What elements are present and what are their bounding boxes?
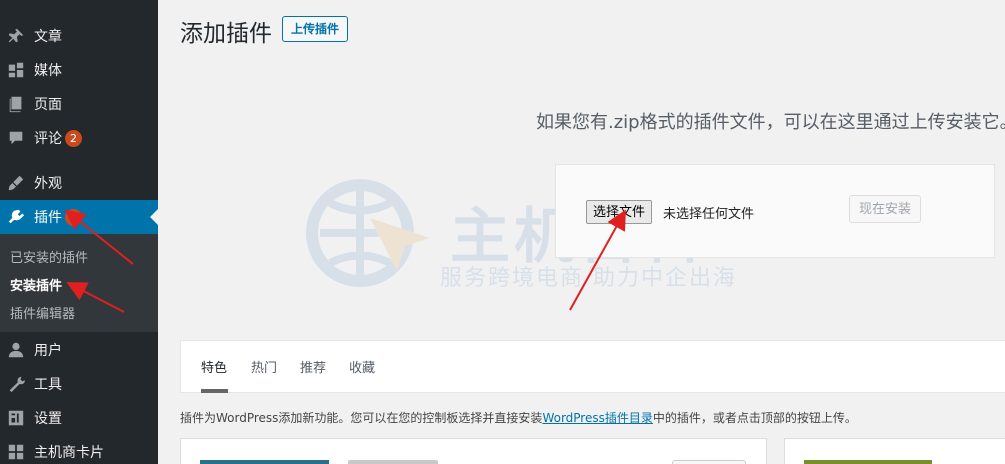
page-title: 添加插件: [180, 21, 272, 47]
active-tab-underline: [201, 389, 228, 393]
tab-featured[interactable]: 特色: [201, 357, 227, 376]
submenu-installed-plugins[interactable]: 已安装的插件: [10, 247, 88, 266]
tab-popular[interactable]: 热门: [251, 357, 277, 376]
upload-form: 选择文件 未选择任何文件 现在安装: [555, 164, 995, 258]
submenu-add-plugin[interactable]: 安装插件: [10, 275, 62, 294]
pin-icon: [7, 27, 25, 45]
page-icon: [7, 95, 25, 113]
sidebar-item-label: 评论: [34, 131, 62, 147]
sidebar-item-label: 文章: [34, 29, 62, 45]
plugin-filter-bar: 特色 热门 推荐 收藏: [180, 340, 1005, 393]
choose-file-button[interactable]: 选择文件: [586, 200, 653, 224]
sidebar-item-label: 工具: [34, 377, 62, 393]
user-icon: [7, 341, 25, 359]
plugin-directory-link[interactable]: WordPress插件目录: [542, 411, 652, 425]
admin-sidebar: 文章 媒体 页面 评论 2 外观 插件 3 已安装的插件 安装插件 插件编辑器 …: [0, 0, 158, 464]
submenu-plugin-editor[interactable]: 插件编辑器: [10, 303, 75, 322]
sidebar-item-appearance[interactable]: 外观: [0, 166, 158, 200]
sidebar-item-users[interactable]: 用户: [0, 333, 158, 367]
sidebar-item-pages[interactable]: 页面: [0, 87, 158, 121]
sidebar-item-label: 用户: [34, 343, 62, 359]
sidebar-item-label: 设置: [34, 411, 62, 427]
upload-help-text: 如果您有.zip格式的插件文件，可以在这里通过上传安装它。: [536, 112, 1005, 133]
description-text-end: 中的插件，或者点击顶部的按钮上传。: [652, 411, 857, 425]
plugins-description: 插件为WordPress添加新功能。您可以在您的控制板选择并直接安装WordPr…: [180, 409, 857, 426]
sidebar-item-posts[interactable]: 文章: [0, 19, 158, 53]
no-file-chosen-text: 未选择任何文件: [663, 207, 755, 222]
watermark: 主机百科 服务跨境电商 助力中企出海: [300, 178, 735, 292]
sidebar-item-label: 外观: [34, 176, 62, 192]
watermark-globe-icon: [306, 179, 430, 287]
sidebar-item-settings[interactable]: 设置: [0, 401, 158, 435]
brush-icon: [7, 174, 25, 192]
plugin-card-icon: [200, 460, 329, 464]
upload-plugin-button[interactable]: 上传插件: [282, 16, 349, 42]
sidebar-item-label: 主机商卡片: [34, 445, 104, 461]
sidebar-item-comments[interactable]: 评论 2: [0, 121, 158, 155]
sidebar-item-label: 插件: [34, 210, 62, 226]
plugin-card-icon: [804, 460, 932, 464]
sidebar-item-label: 页面: [34, 97, 62, 113]
watermark-subtitle: 服务跨境电商 助力中企出海: [440, 266, 737, 291]
comment-count-badge: 2: [65, 129, 82, 147]
sidebar-item-label: 媒体: [34, 63, 62, 79]
plugins-submenu: 已安装的插件 安装插件 插件编辑器: [0, 234, 158, 332]
sidebar-item-tools[interactable]: 工具: [0, 367, 158, 401]
settings-icon: [7, 409, 25, 427]
active-indicator: [150, 209, 158, 225]
grid-icon: [7, 443, 25, 461]
tab-favorites[interactable]: 收藏: [349, 357, 375, 376]
plugin-card-install-button[interactable]: [672, 460, 746, 464]
sidebar-item-plugins[interactable]: 插件 3: [0, 200, 158, 234]
sidebar-item-host-cards[interactable]: 主机商卡片: [0, 435, 158, 464]
wrench-icon: [7, 375, 25, 393]
comment-icon: [7, 129, 25, 147]
plugin-icon: [7, 208, 25, 226]
tab-recommended[interactable]: 推荐: [300, 357, 326, 376]
sidebar-item-media[interactable]: 媒体: [0, 53, 158, 87]
plugin-update-badge: 3: [65, 208, 82, 226]
description-text: 插件为WordPress添加新功能。您可以在您的控制板选择并直接安装: [180, 411, 543, 425]
plugin-card-title: [348, 460, 438, 464]
media-icon: [7, 61, 25, 79]
install-now-button[interactable]: 现在安装: [849, 195, 922, 223]
